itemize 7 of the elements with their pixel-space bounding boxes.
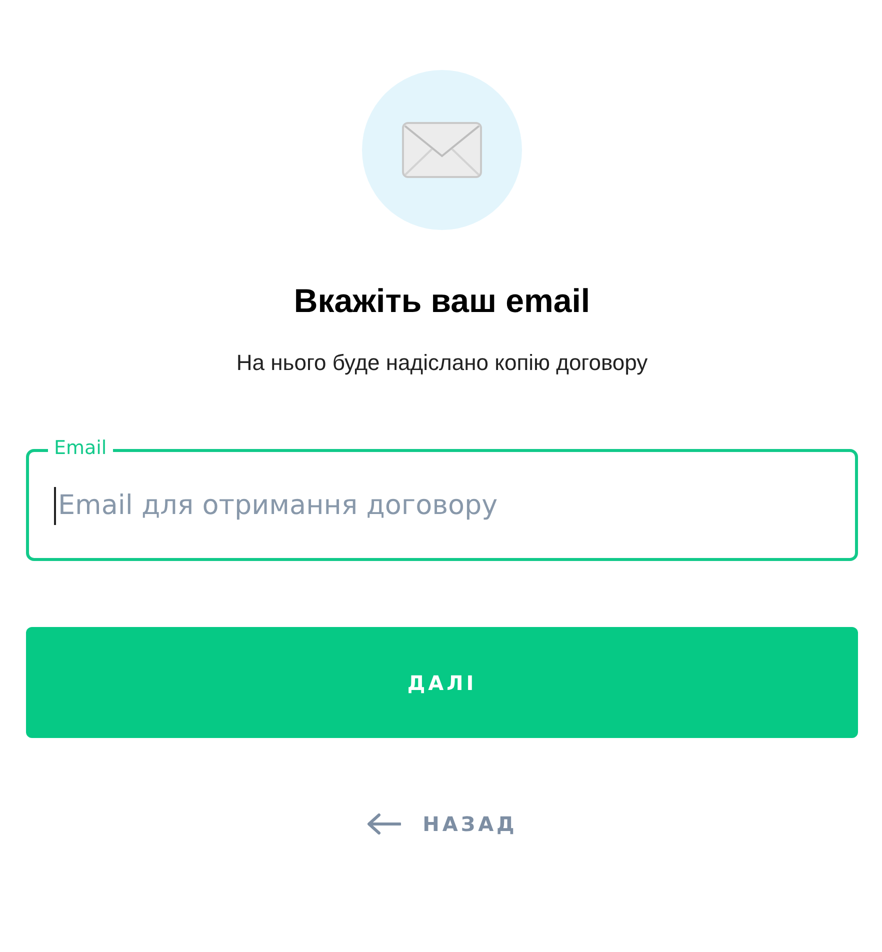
- back-link[interactable]: НАЗАД: [366, 812, 518, 836]
- page-title: Вкажіть ваш email: [294, 282, 590, 320]
- envelope-icon: [402, 122, 482, 178]
- subtitle: На нього буде надіслано копію договору: [236, 350, 648, 376]
- arrow-left-icon: [366, 813, 401, 835]
- next-button[interactable]: ДАЛІ: [26, 627, 858, 738]
- text-cursor: [54, 487, 56, 525]
